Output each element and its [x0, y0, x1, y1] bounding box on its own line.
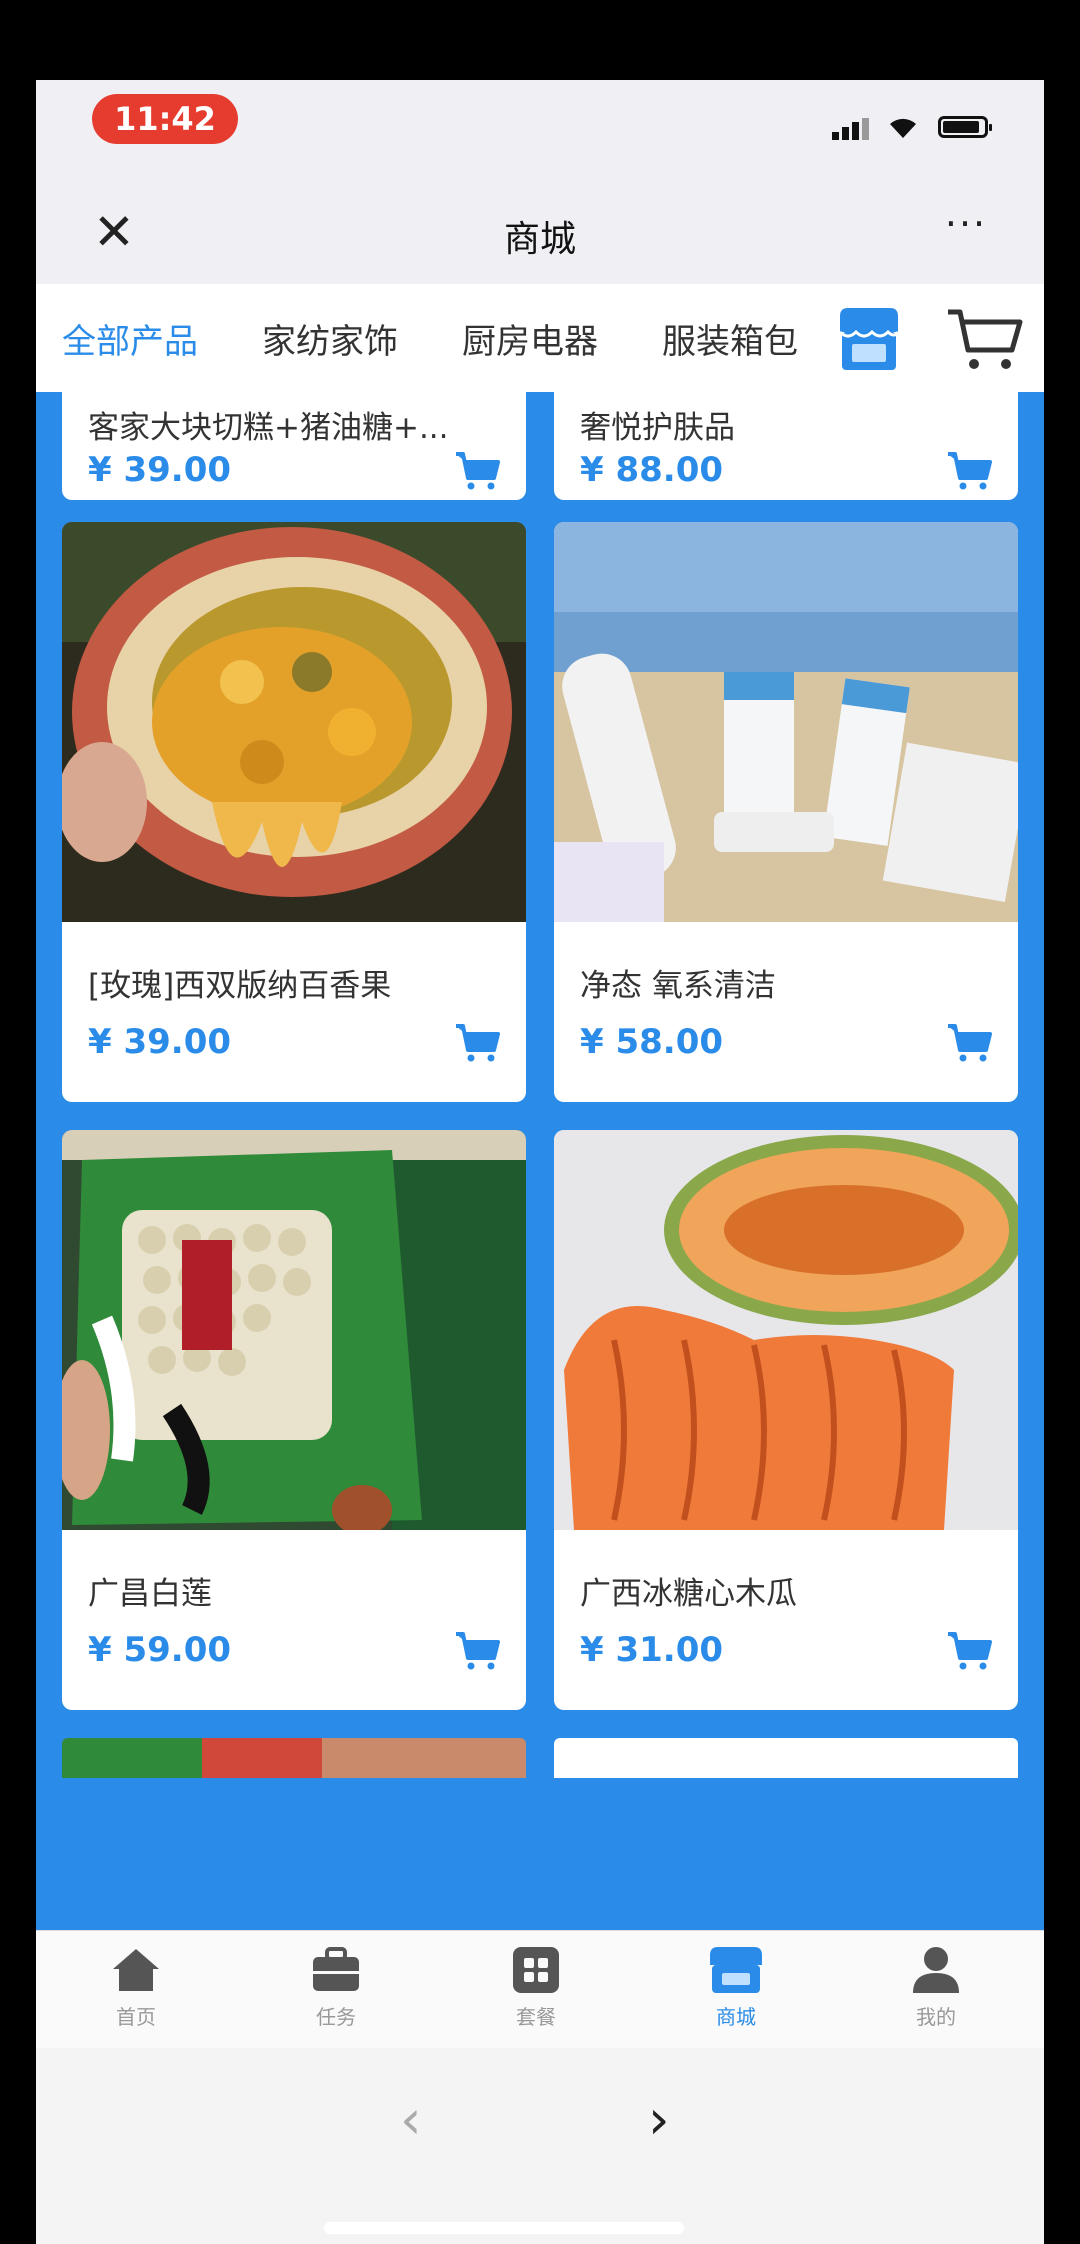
category-tabs: 全部产品 家纺家饰 厨房电器 服装箱包 [36, 284, 1044, 392]
cart-icon[interactable] [944, 304, 1024, 376]
store-icon[interactable] [836, 306, 902, 374]
briefcase-icon [313, 1947, 359, 1991]
add-to-cart-icon[interactable] [454, 450, 500, 492]
product-image-partial [62, 1738, 526, 1778]
home-icon [113, 1949, 159, 1991]
add-to-cart-icon[interactable] [946, 1630, 992, 1672]
bottom-tab-bar: 首页 任务 套餐 商城 我的 [36, 1930, 1044, 2049]
tab-label: 套餐 [516, 2005, 556, 2029]
product-price: ¥ 58.00 [580, 1022, 724, 1062]
product-card[interactable] [554, 1738, 1018, 1778]
product-card[interactable]: 净态 氧系清洁 ¥ 58.00 [554, 522, 1018, 1102]
product-card[interactable]: 广西冰糖心木瓜 ¥ 31.00 [554, 1130, 1018, 1710]
home-indicator[interactable] [324, 2222, 684, 2234]
product-grid: 客家大块切糕+猪油糖+... ¥ 39.00 奢悦护肤品 ¥ 88.00 [玫瑰… [36, 392, 1044, 1930]
signal-icon [832, 118, 872, 140]
tab-packages[interactable]: 套餐 [466, 1945, 606, 2030]
product-image-cleaning [554, 522, 1018, 922]
tab-home[interactable]: 首页 [66, 1945, 206, 2030]
tab-label: 商城 [716, 2005, 756, 2029]
add-to-cart-icon[interactable] [946, 1022, 992, 1064]
tab-label: 首页 [116, 2005, 156, 2029]
product-price: ¥ 39.00 [88, 450, 232, 490]
status-time: 11:42 [92, 94, 238, 144]
user-icon [913, 1947, 959, 1993]
forward-button[interactable]: › [648, 2088, 670, 2151]
tab-tasks[interactable]: 任务 [266, 1945, 406, 2030]
product-image-lotus-seeds [62, 1130, 526, 1530]
tab-mall[interactable]: 商城 [666, 1945, 806, 2030]
status-bar: 11:42 [36, 80, 1044, 180]
store-icon [710, 1947, 762, 1993]
product-name: 净态 氧系清洁 [580, 968, 776, 1004]
product-card[interactable] [62, 1738, 526, 1778]
battery-icon [938, 116, 992, 138]
add-to-cart-icon[interactable] [454, 1630, 500, 1672]
more-button[interactable]: ··· [936, 202, 996, 250]
tab-all-products[interactable]: 全部产品 [62, 314, 198, 363]
nav-bar: ✕ 商城 ··· [36, 180, 1044, 284]
product-price: ¥ 59.00 [88, 1630, 232, 1670]
product-card[interactable]: [玫瑰]西双版纳百香果 ¥ 39.00 [62, 522, 526, 1102]
browser-toolbar: ‹ › [36, 2048, 1044, 2244]
product-name: 奢悦护肤品 [580, 410, 735, 446]
phone-screen: 11:42 ✕ 商城 ··· 全部产品 家纺家饰 厨房电器 服装箱包 客家大块切… [36, 80, 1044, 2244]
product-price: ¥ 88.00 [580, 450, 724, 490]
tab-home-textiles[interactable]: 家纺家饰 [262, 314, 398, 363]
product-image-passion-fruit [62, 522, 526, 922]
wifi-icon [890, 118, 916, 138]
product-card[interactable]: 奢悦护肤品 ¥ 88.00 [554, 392, 1018, 500]
grid-icon [513, 1947, 559, 1993]
product-name: 广昌白莲 [88, 1576, 212, 1612]
back-button[interactable]: ‹ [400, 2088, 422, 2151]
product-card[interactable]: 广昌白莲 ¥ 59.00 [62, 1130, 526, 1710]
product-name: 广西冰糖心木瓜 [580, 1576, 797, 1612]
tab-label: 任务 [316, 2005, 356, 2029]
product-name: 客家大块切糕+猪油糖+... [88, 410, 449, 446]
tab-mine[interactable]: 我的 [866, 1945, 1006, 2030]
page-title: 商城 [503, 219, 576, 260]
product-price: ¥ 31.00 [580, 1630, 724, 1670]
product-price: ¥ 39.00 [88, 1022, 232, 1062]
product-card[interactable]: 客家大块切糕+猪油糖+... ¥ 39.00 [62, 392, 526, 500]
tab-kitchen-appliances[interactable]: 厨房电器 [462, 314, 598, 363]
add-to-cart-icon[interactable] [946, 450, 992, 492]
product-name: [玫瑰]西双版纳百香果 [88, 968, 392, 1004]
tab-label: 我的 [916, 2005, 956, 2029]
product-image-papaya [554, 1130, 1018, 1530]
tab-clothing-bags[interactable]: 服装箱包 [662, 314, 798, 363]
add-to-cart-icon[interactable] [454, 1022, 500, 1064]
